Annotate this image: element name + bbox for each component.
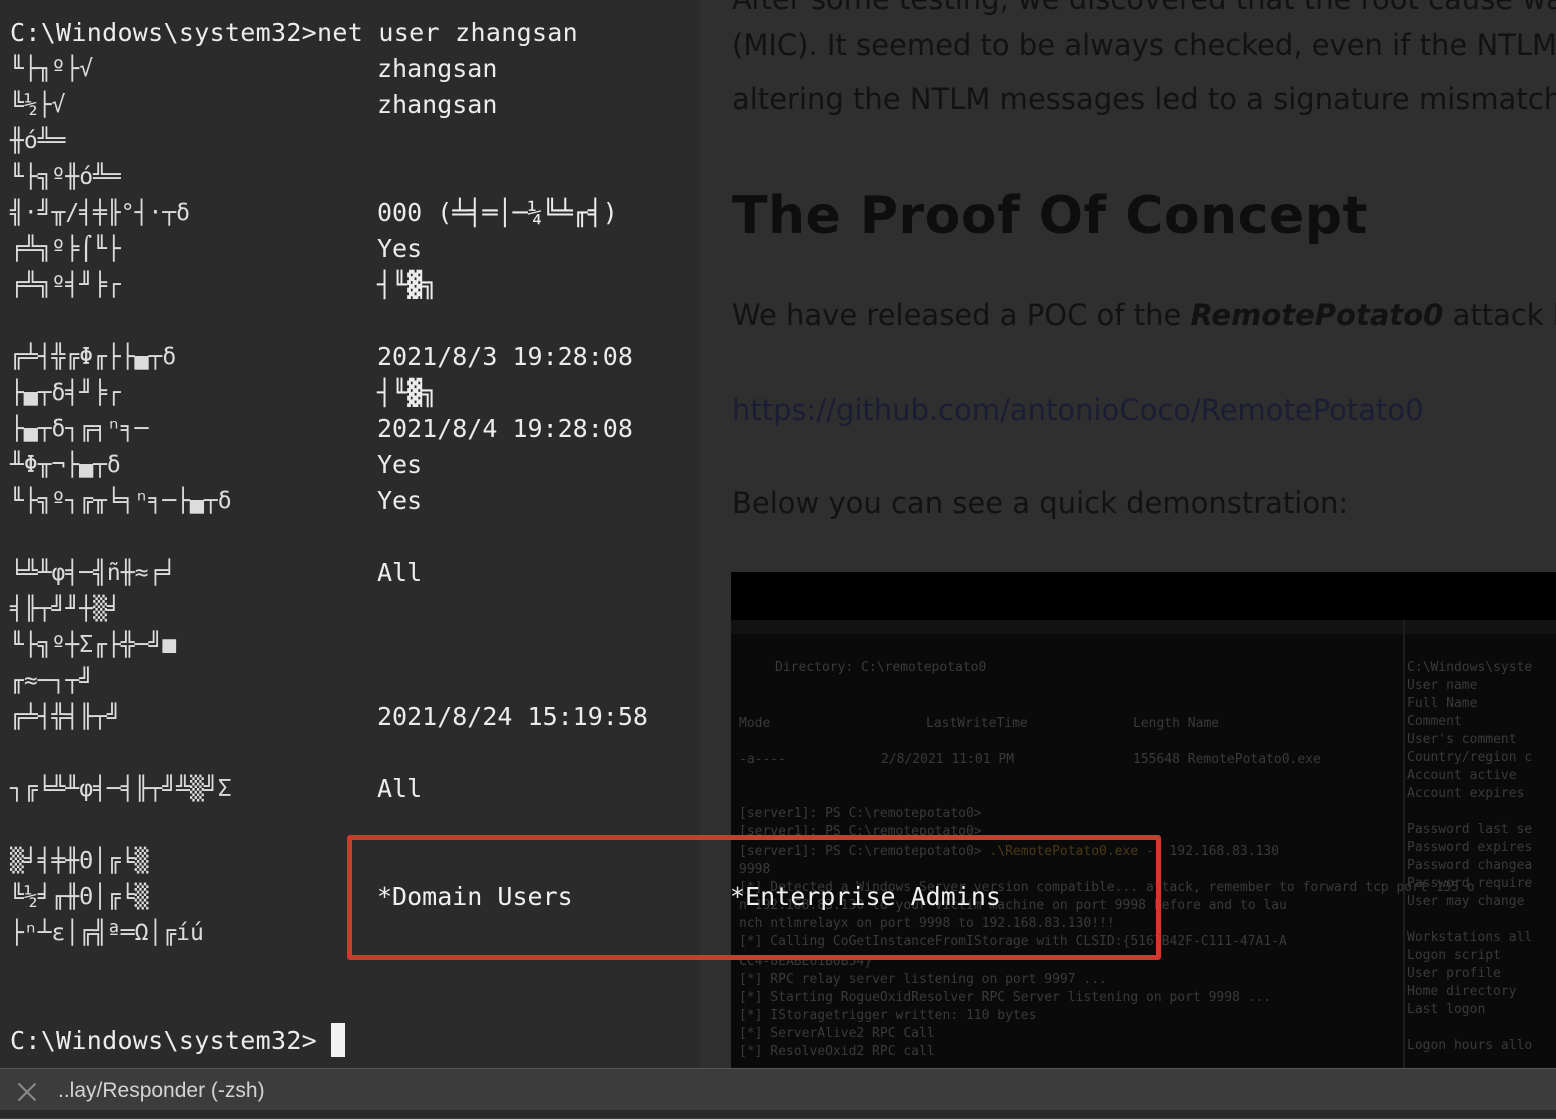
field-label: ┐╔╘╩╨φ╡─╡╟┬╝╩▒╝Σ	[10, 776, 232, 802]
shot-menubar	[731, 620, 1556, 634]
shot-right-line: Password last se	[1407, 822, 1533, 837]
shot-line: Mode	[739, 716, 771, 731]
field-value: All	[377, 774, 423, 803]
close-icon[interactable]	[14, 1079, 40, 1105]
field-label: ╒╩╗º╞⌠╙├	[10, 236, 121, 262]
field-label: ╨Φ╥¬├▄┬δ	[10, 452, 121, 478]
embedded-demo-screenshot: Directory: C:\remotepotato0 Mode LastWri…	[731, 572, 1556, 1068]
text-cursor	[331, 1023, 345, 1057]
shot-right-line: Country/region c	[1407, 750, 1533, 765]
shot-line: [*] ResolveOxid2 RPC call	[739, 1044, 935, 1059]
field-label: ╙├╗º┼Σ╓├╬─╝■	[10, 632, 177, 658]
field-label: ╙├╗º┐╔╥╘╕ⁿ╕─├▄┬δ	[10, 488, 232, 514]
field-label: ╓≈─┐┬╝	[10, 668, 94, 694]
tab-title[interactable]: ..lay/Responder (-zsh)	[58, 1079, 265, 1103]
shot-titlebar	[731, 572, 1556, 620]
shot-right-line: Account expires	[1407, 786, 1525, 801]
shot-right-line: Full Name	[1407, 696, 1478, 711]
field-label: ╔╧┤╬╔Φ╓├├▄┬δ	[10, 344, 177, 370]
shot-right-line: Last logon	[1407, 1002, 1486, 1017]
article-demo-text: Below you can see a quick demonstration:	[732, 486, 1349, 520]
poc-suffix: attack here	[1452, 298, 1556, 332]
field-label: ├▄┬δ┐╔╕ⁿ╕─	[10, 416, 149, 442]
article-text-line: altering the NTLM messages led to a sign…	[732, 82, 1556, 116]
poc-name: RemotePotato0	[1190, 298, 1444, 332]
shot-right-line: User may change	[1407, 894, 1525, 909]
command-line: C:\Windows\system32>net user zhangsan	[10, 18, 578, 47]
field-value: Yes	[377, 234, 423, 263]
field-value: ┤╙▓╗	[377, 378, 438, 407]
poc-prefix: We have released a POC of the	[732, 298, 1191, 332]
shot-right-line: User's comment	[1407, 732, 1517, 747]
field-label: ╣·╝╥/╡╪╟°┤·┬δ	[10, 200, 191, 226]
shot-line: [server1]: PS C:\remotepotato0>	[739, 806, 982, 821]
shot-right-line: Password changea	[1407, 858, 1533, 873]
shot-right-line: Workstations all	[1407, 930, 1533, 945]
field-label: ╚½╛╓╫Θ│╔╘▒	[10, 884, 149, 910]
shot-right-line: Password require	[1407, 876, 1533, 891]
github-link[interactable]: https://github.com/antonioCoco/RemotePot…	[732, 393, 1424, 427]
field-label: ╙├╗º╫ó╩═	[10, 164, 121, 190]
shot-line: Directory: C:\remotepotato0	[775, 660, 987, 675]
field-label: ▒╛╡╪╫Θ│╔╘▒	[10, 848, 149, 874]
shot-line: [*] IStoragetrigger written: 110 bytes	[739, 1008, 1037, 1023]
field-value: 2021/8/3 19:28:08	[377, 342, 633, 371]
shot-right-line: Account active	[1407, 768, 1517, 783]
prompt: C:\Windows\system32>	[10, 1026, 318, 1055]
field-value: All	[377, 558, 423, 587]
field-value: Yes	[377, 450, 423, 479]
field-value: Yes	[377, 486, 423, 515]
field-label: ╚½├√	[10, 92, 66, 118]
shot-right-line: Comment	[1407, 714, 1462, 729]
article-heading: The Proof Of Concept	[732, 186, 1368, 246]
highlight-box	[347, 835, 1161, 960]
shot-line: [*] RPC relay server listening on port 9…	[739, 972, 1107, 987]
window-bottom-edge	[0, 1110, 1556, 1118]
shot-right-line: Logon script	[1407, 948, 1501, 963]
shot-pane-divider	[1403, 620, 1405, 1068]
article-text-line: (MIC). It seemed to be always checked, e…	[732, 28, 1556, 62]
field-label: ╙├╖º├√	[10, 56, 94, 82]
field-value: 000 (╧╡═│─¼╚╧╓╡)	[377, 198, 618, 227]
shot-right-line: Password expires	[1407, 840, 1533, 855]
field-label: ╔╧┤╬╡╟┬╝	[10, 704, 121, 730]
shot-right-line: Logon hours allo	[1407, 1038, 1533, 1053]
shot-line: [*] ServerAlive2 RPC Call	[739, 1026, 935, 1041]
field-value: 2021/8/4 19:28:08	[377, 414, 633, 443]
article-poc-paragraph: We have released a POC of the RemotePota…	[732, 298, 1556, 332]
shot-line: -a----	[739, 752, 786, 767]
shot-line: LastWriteTime	[926, 716, 1028, 731]
field-value: zhangsan	[377, 90, 498, 119]
field-label: ├ⁿ┴ε│╔╣ª═Ω│╔íú	[10, 920, 204, 946]
field-value: ┤╙▓╗	[377, 270, 438, 299]
shot-line: Length Name	[1133, 716, 1220, 731]
article-text-line: After some testing, we discovered that t…	[732, 0, 1556, 16]
shot-line: [*] Starting RogueOxidResolver RPC Serve…	[739, 990, 1272, 1005]
shot-right-line: User name	[1407, 678, 1478, 693]
field-label: ╒╩╗º╡╜╞┌	[10, 272, 121, 298]
field-value: zhangsan	[377, 54, 498, 83]
field-label: ├▄┬δ╡╜╞┌	[10, 380, 121, 406]
field-label: ╘╩╨φ╡─╣ñ╫≈╒╛	[10, 560, 177, 586]
shot-right-line: User profile	[1407, 966, 1501, 981]
field-value: 2021/8/24 15:19:58	[377, 702, 648, 731]
shot-right-line: Home directory	[1407, 984, 1517, 999]
shot-line: 155648 RemotePotato0.exe	[1133, 752, 1321, 767]
field-label: ╫ó╩═	[10, 128, 66, 154]
shot-line: 2/8/2021 11:01 PM	[881, 752, 1015, 767]
shot-right-line: C:\Windows\syste	[1407, 660, 1533, 675]
field-label: ╡╟┬╝╜┼▒╛	[10, 596, 121, 622]
